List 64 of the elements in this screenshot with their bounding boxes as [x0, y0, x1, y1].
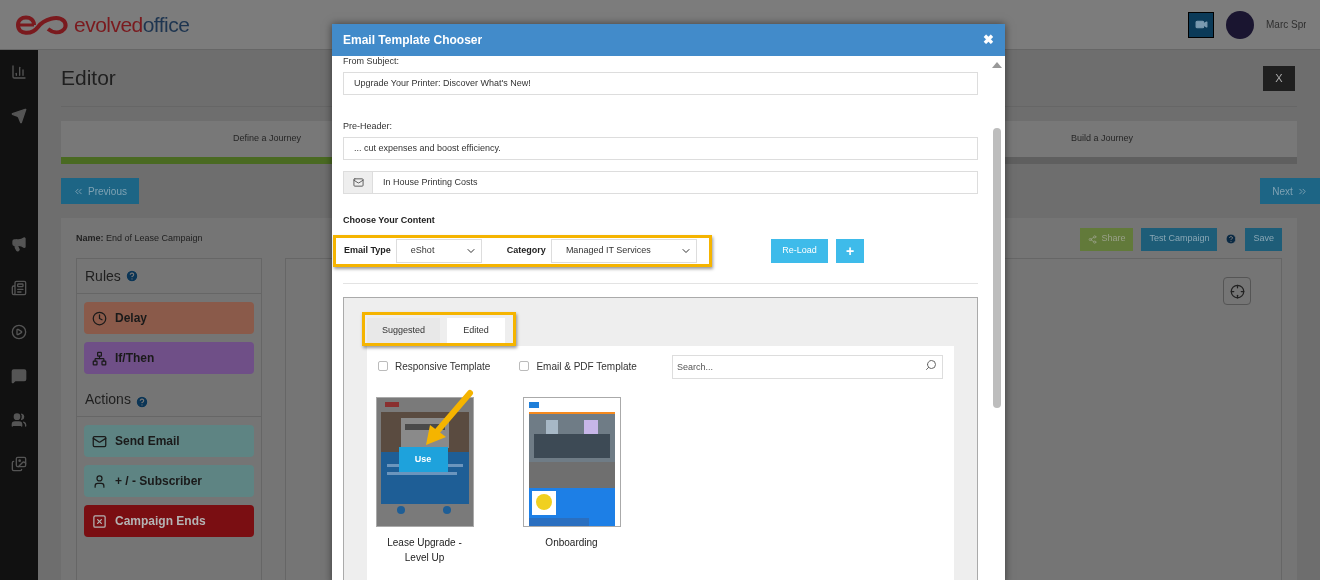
- rule-button[interactable]: Campaign Ends: [84, 505, 254, 537]
- section-title: Choose Your Content: [343, 215, 435, 225]
- use-button[interactable]: Use: [398, 447, 448, 472]
- template-name: Lease Upgrade - Level Up: [386, 536, 463, 565]
- checkbox[interactable]: [378, 361, 388, 371]
- field-label: Email Type: [344, 244, 391, 258]
- video-button[interactable]: [1188, 11, 1214, 38]
- add-button[interactable]: +: [836, 239, 864, 263]
- actions-title: Actions: [85, 390, 131, 409]
- rule-button[interactable]: If/Then: [84, 342, 254, 374]
- newspaper-icon[interactable]: [11, 280, 27, 296]
- template-name: Onboarding: [544, 536, 599, 550]
- send-icon[interactable]: [11, 108, 27, 124]
- close-button[interactable]: ✖: [983, 30, 994, 50]
- rule-button[interactable]: + / - Subscriber: [84, 465, 254, 497]
- checkbox-label: Responsive Template: [395, 359, 491, 374]
- email-type-select[interactable]: eShot: [395, 239, 482, 263]
- category-select[interactable]: Managed IT Services: [550, 239, 697, 263]
- megaphone-icon[interactable]: [11, 236, 27, 252]
- video-icon: [1194, 18, 1208, 31]
- target-button[interactable]: [1223, 277, 1251, 305]
- toolbar-button[interactable]: Test Campaign: [1141, 227, 1218, 251]
- images-icon[interactable]: [11, 456, 27, 472]
- preheader-field[interactable]: ... cut expenses and boost efficiency.: [343, 137, 978, 160]
- reload-button[interactable]: Re-Load: [771, 239, 828, 263]
- rule-button[interactable]: Send Email: [84, 425, 254, 457]
- rule-icon: [92, 473, 107, 489]
- campaign-name: Name: End of Lease Campaign: [76, 232, 203, 246]
- chart-icon[interactable]: [11, 64, 27, 80]
- email-name-field[interactable]: In House Printing Costs: [343, 171, 978, 194]
- logo-text: evolvedoffice: [74, 11, 190, 38]
- toolbar-button[interactable]: Save: [1245, 227, 1282, 251]
- crosshair-icon: [1229, 283, 1245, 299]
- play-icon[interactable]: [11, 324, 27, 340]
- search-field[interactable]: Search...: [672, 355, 943, 379]
- toolbar-button[interactable]: Share: [1080, 227, 1134, 251]
- step-label: Define a Journey: [233, 132, 302, 146]
- tab[interactable]: Suggested: [367, 318, 440, 343]
- search-icon[interactable]: [925, 359, 937, 371]
- tab[interactable]: Edited: [447, 318, 505, 343]
- step-label: Build a Journey: [1071, 132, 1134, 146]
- help-icon[interactable]: [134, 395, 149, 409]
- users-icon[interactable]: [11, 412, 27, 428]
- next-button[interactable]: Next: [1260, 178, 1320, 204]
- field-label: Category: [506, 244, 546, 258]
- help-icon[interactable]: [124, 269, 139, 283]
- chat-icon[interactable]: [11, 368, 27, 384]
- previous-button[interactable]: Previous: [61, 178, 139, 204]
- rule-button[interactable]: Delay: [84, 302, 254, 334]
- rules-title: Rules: [85, 266, 121, 286]
- checkbox-label: Email & PDF Template: [536, 359, 637, 374]
- help-icon[interactable]: [1225, 233, 1238, 245]
- user-name[interactable]: Marc Spr: [1266, 17, 1306, 32]
- share-icon: [1088, 234, 1098, 244]
- subject-field[interactable]: Upgrade Your Printer: Discover What's New!: [343, 72, 978, 95]
- field-label: From Subject:: [343, 56, 400, 66]
- envelope-icon: [352, 177, 364, 188]
- rule-icon: [92, 350, 107, 366]
- page-title: Editor: [61, 65, 116, 92]
- avatar: [1226, 10, 1254, 39]
- dialog-title: Email Template Chooser: [343, 32, 483, 49]
- close-button[interactable]: X: [1263, 65, 1295, 91]
- checkbox[interactable]: [519, 361, 530, 371]
- field-label: Pre-Header:: [343, 121, 393, 131]
